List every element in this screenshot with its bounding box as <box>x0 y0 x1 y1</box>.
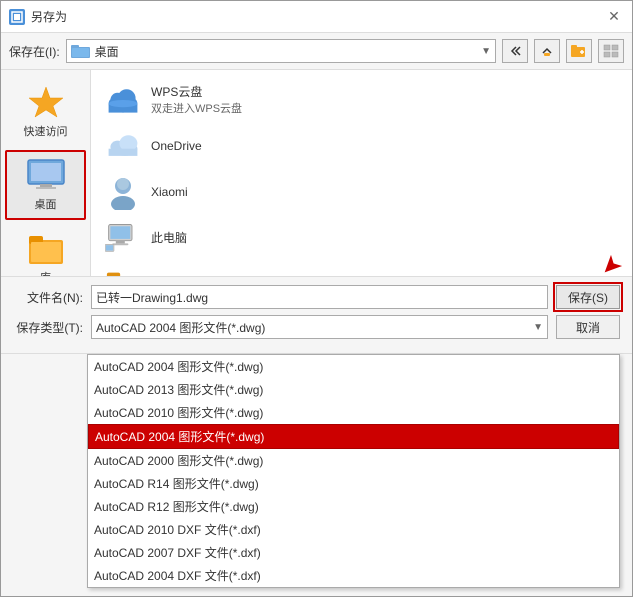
file-item-xiaomi[interactable]: Xiaomi <box>99 170 624 214</box>
title-bar-left: 另存为 <box>9 8 67 25</box>
sidebar-item-desktop[interactable]: 桌面 <box>5 150 86 220</box>
quick-access-icon <box>26 85 66 121</box>
desktop-icon <box>26 158 66 194</box>
top-toolbar: 保存在(I): 桌面 ▼ <box>1 33 632 70</box>
folder-small-icon <box>71 43 91 59</box>
dropdown-item-9[interactable]: AutoCAD 2004 DXF 文件(*.dxf) <box>88 564 619 587</box>
save-location-combo[interactable]: 桌面 ▼ <box>66 39 496 63</box>
dropdown-item-4[interactable]: AutoCAD 2000 图形文件(*.dwg) <box>88 449 619 472</box>
wps-cloud-text: WPS云盘 双走进入WPS云盘 <box>151 84 242 117</box>
sidebar-item-label-desktop: 桌面 <box>35 196 57 212</box>
dropdown-item-7[interactable]: AutoCAD 2010 DXF 文件(*.dxf) <box>88 518 619 541</box>
back-icon <box>508 44 522 58</box>
sidebar: 快速访问 桌面 <box>1 70 91 276</box>
library2-icon <box>105 266 141 276</box>
xiaomi-icon <box>105 174 141 210</box>
wps-cloud-subname: 双走进入WPS云盘 <box>151 100 242 116</box>
file-item-library2[interactable]: 库 <box>99 262 624 276</box>
file-item-this-pc[interactable]: 此电脑 <box>99 216 624 260</box>
bottom-form: 文件名(N): ➤ 保存(S) 保存类型(T): AutoCAD 2004 图形… <box>1 276 632 353</box>
filename-row: 文件名(N): ➤ 保存(S) <box>13 285 620 309</box>
sidebar-item-library[interactable]: 库 <box>5 224 86 276</box>
dialog-icon <box>9 9 25 25</box>
main-content: 快速访问 桌面 <box>1 70 632 276</box>
save-in-label: 保存在(I): <box>9 43 60 60</box>
onedrive-icon <box>105 128 141 164</box>
up-button[interactable] <box>534 39 560 63</box>
dropdown-item-5[interactable]: AutoCAD R14 图形文件(*.dwg) <box>88 472 619 495</box>
library-icon <box>26 231 66 267</box>
back-button[interactable] <box>502 39 528 63</box>
wps-cloud-icon <box>105 82 141 118</box>
dialog-title: 另存为 <box>31 8 67 25</box>
file-item-wps-cloud[interactable]: WPS云盘 双走进入WPS云盘 <box>99 78 624 122</box>
sidebar-item-label-library: 库 <box>40 269 51 276</box>
close-button[interactable]: ✕ <box>604 7 624 27</box>
sidebar-item-label-quick-access: 快速访问 <box>24 123 68 139</box>
up-icon <box>540 44 554 58</box>
save-button[interactable]: 保存(S) <box>556 285 620 309</box>
dropdown-container: AutoCAD 2004 图形文件(*.dwg) AutoCAD 2013 图形… <box>1 353 632 596</box>
filetype-value: AutoCAD 2004 图形文件(*.dwg) <box>96 319 265 336</box>
filename-label: 文件名(N): <box>13 289 83 306</box>
save-button-wrapper: 保存(S) <box>556 285 620 309</box>
new-folder-icon <box>571 44 587 58</box>
title-bar: 另存为 ✕ <box>1 1 632 33</box>
filetype-combo[interactable]: AutoCAD 2004 图形文件(*.dwg) ▼ <box>91 315 548 339</box>
cancel-button[interactable]: 取消 <box>556 315 620 339</box>
dropdown-item-6[interactable]: AutoCAD R12 图形文件(*.dwg) <box>88 495 619 518</box>
combo-dropdown-arrow: ▼ <box>481 46 491 57</box>
dropdown-item-3[interactable]: AutoCAD 2004 图形文件(*.dwg) <box>88 424 619 449</box>
view-button[interactable] <box>598 39 624 63</box>
file-item-onedrive[interactable]: OneDrive <box>99 124 624 168</box>
filetype-label: 保存类型(T): <box>13 319 83 336</box>
save-as-dialog: 另存为 ✕ 保存在(I): 桌面 ▼ <box>0 0 633 597</box>
filetype-dropdown[interactable]: AutoCAD 2004 图形文件(*.dwg) AutoCAD 2013 图形… <box>87 354 620 588</box>
dropdown-item-1[interactable]: AutoCAD 2013 图形文件(*.dwg) <box>88 378 619 401</box>
filetype-combo-arrow: ▼ <box>533 322 543 333</box>
filename-input[interactable] <box>91 285 548 309</box>
this-pc-file-icon <box>105 220 141 256</box>
file-list: WPS云盘 双走进入WPS云盘 OneDrive <box>91 70 632 276</box>
dropdown-item-0[interactable]: AutoCAD 2004 图形文件(*.dwg) <box>88 355 619 378</box>
view-icon <box>603 44 619 58</box>
filetype-row: 保存类型(T): AutoCAD 2004 图形文件(*.dwg) ▼ 取消 <box>13 315 620 339</box>
onedrive-name: OneDrive <box>151 138 202 155</box>
xiaomi-name: Xiaomi <box>151 184 188 201</box>
dropdown-item-2[interactable]: AutoCAD 2010 图形文件(*.dwg) <box>88 401 619 424</box>
this-pc-file-name: 此电脑 <box>151 230 187 247</box>
sidebar-item-quick-access[interactable]: 快速访问 <box>5 78 86 146</box>
new-folder-button[interactable] <box>566 39 592 63</box>
current-folder-text: 桌面 <box>71 43 119 60</box>
wps-cloud-name: WPS云盘 <box>151 84 242 101</box>
dropdown-item-8[interactable]: AutoCAD 2007 DXF 文件(*.dxf) <box>88 541 619 564</box>
